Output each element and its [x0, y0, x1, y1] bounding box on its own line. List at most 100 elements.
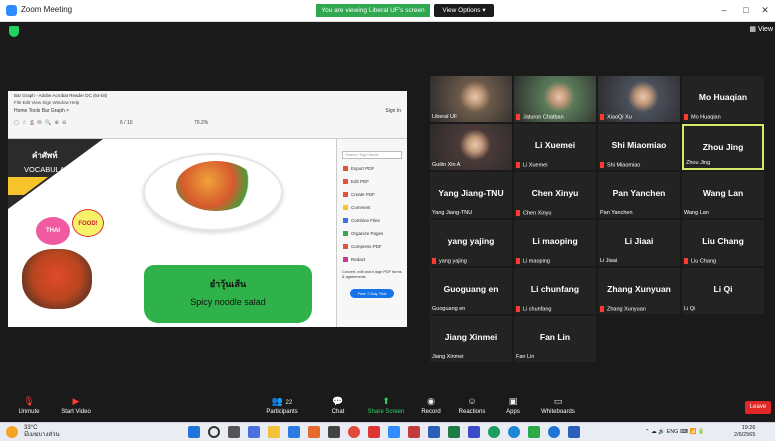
participant-label-text: Jaturon Chatban: [523, 114, 564, 120]
start-video-button[interactable]: ▶ Start Video: [56, 396, 96, 415]
participant-tile[interactable]: Wang Lan Wang Lan: [682, 172, 764, 218]
participant-label-text: Guoguang en: [432, 306, 466, 312]
participant-label-text: Wang Lan: [684, 210, 709, 216]
participant-tile[interactable]: Yang Jiang-TNU Yang Jiang-TNU: [430, 172, 512, 218]
pdf-page-number[interactable]: 6 / 10: [120, 120, 133, 126]
participant-tile[interactable]: Jiang Xinmei Jiang Xinmei: [430, 316, 512, 362]
chat-button[interactable]: 💬 Chat: [326, 396, 350, 415]
participant-tile[interactable]: Li chunfang Li chunfang: [514, 268, 596, 314]
participant-tile[interactable]: Guoguang en Guoguang en: [430, 268, 512, 314]
muted-mic-icon: [600, 305, 604, 312]
teams-icon[interactable]: [248, 426, 260, 438]
participant-label: Fan Lin: [516, 354, 534, 360]
maximize-icon[interactable]: □: [738, 4, 754, 17]
participant-tile[interactable]: Zhou Jing Zhou Jing: [682, 124, 764, 170]
tool-organize-pages[interactable]: Organize Pages: [343, 231, 383, 237]
word-doc-icon[interactable]: [568, 426, 580, 438]
share-screen-button[interactable]: ⬆ Share Screen: [364, 396, 408, 415]
record-button[interactable]: ◉ Record: [418, 396, 444, 415]
participant-tile[interactable]: Fan Lin Fan Lin: [514, 316, 596, 362]
start-icon[interactable]: [188, 426, 200, 438]
tool-combine-files[interactable]: Combine Files: [343, 218, 380, 224]
tool-compress-pdf[interactable]: Compress PDF: [343, 244, 382, 250]
leave-button[interactable]: Leave: [745, 401, 771, 414]
share-screen-icon: ⬆: [382, 396, 390, 406]
shared-screen[interactable]: Bar Graph - Adobe Acrobat Reader DC (64-…: [8, 91, 407, 327]
participant-tile[interactable]: Mo Huaqian Mo Huaqian: [682, 76, 764, 122]
participant-label-text: Shi Miaomiao: [607, 162, 641, 168]
tool-export-pdf[interactable]: Export PDF: [343, 166, 374, 172]
pdf-window-title: Bar Graph - Adobe Acrobat Reader DC (64-…: [14, 93, 108, 98]
participant-tile[interactable]: Guilin Xin A: [430, 124, 512, 170]
dish-english-name: Spicy noodle salad: [190, 297, 266, 307]
tool-create-pdf[interactable]: Create PDF: [343, 192, 375, 198]
whiteboards-button[interactable]: ▭ Whiteboards: [538, 396, 578, 415]
grid-icon: ▦: [749, 26, 758, 33]
apps-icon: ▣: [508, 396, 518, 406]
acrobat-icon[interactable]: [368, 426, 380, 438]
search-icon[interactable]: [208, 426, 220, 438]
pdf-zoom-level[interactable]: 70.2%: [194, 120, 208, 126]
unmute-button[interactable]: 🎙 Unmute: [14, 396, 44, 415]
file-explorer-icon[interactable]: [268, 426, 280, 438]
title-bar: Zoom Meeting You are viewing Liberal UF'…: [0, 0, 775, 22]
muted-mic-icon: 🎙: [23, 396, 35, 406]
participant-name: yang yajing: [447, 236, 495, 246]
pdf-tabs[interactable]: Home Tools Bar Graph ×: [14, 108, 69, 114]
zoom-taskbar-icon[interactable]: [388, 426, 400, 438]
participant-tile[interactable]: Pan Yanchen Pan Yanchen: [598, 172, 680, 218]
tool-redact[interactable]: Redact: [343, 257, 365, 263]
redact-icon: [343, 257, 348, 263]
reactions-button[interactable]: ☺ Reactions: [455, 396, 489, 415]
tool-edit-pdf[interactable]: Edit PDF: [343, 179, 369, 185]
participant-label-text: Chen Xinyu: [523, 210, 552, 216]
weather-widget[interactable]: 33°C มีเมฆบางส่วน: [24, 425, 60, 439]
word-icon[interactable]: [428, 426, 440, 438]
tools-search-input[interactable]: Search 'Sign Mode': [342, 151, 402, 159]
participant-name: Li chunfang: [530, 284, 580, 294]
close-icon[interactable]: ✕: [757, 4, 773, 17]
tool-comment[interactable]: Comment: [343, 205, 371, 211]
participant-tile[interactable]: Li maoping Li maoping: [514, 220, 596, 266]
participant-tile[interactable]: Liu Chang Liu Chang: [682, 220, 764, 266]
participant-tile[interactable]: Jaturon Chatban: [514, 76, 596, 122]
app-icon[interactable]: [328, 426, 340, 438]
participant-tile[interactable]: Shi Miaomiao Shi Miaomiao: [598, 124, 680, 170]
participant-tile[interactable]: Chen Xinyu Chen Xinyu: [514, 172, 596, 218]
powerpoint-icon[interactable]: [408, 426, 420, 438]
pdf-sign-in-link[interactable]: Sign In: [385, 108, 401, 114]
free-trial-button[interactable]: Free 7-Day Trial: [350, 289, 394, 298]
participant-tile[interactable]: yang yajing yang yajing: [430, 220, 512, 266]
participant-label-text: Zhang Xunyuan: [607, 306, 646, 312]
participant-tile[interactable]: XiaoQi Xu: [598, 76, 680, 122]
system-tray[interactable]: ⌃ ☁ 🔊 ENG ⌨ 📶 🔋: [645, 429, 705, 435]
camera-icon[interactable]: [528, 426, 540, 438]
participant-tile[interactable]: Zhang Xunyuan Zhang Xunyuan: [598, 268, 680, 314]
pdf-toolbar-icons[interactable]: ▢ ☆ ⎙ ✉ 🔍 ⊕ ⊖: [14, 120, 67, 126]
view-button[interactable]: ▦ View: [749, 25, 773, 33]
line-icon[interactable]: [488, 426, 500, 438]
chrome-icon[interactable]: [348, 426, 360, 438]
onenote-icon[interactable]: [468, 426, 480, 438]
excel-icon[interactable]: [448, 426, 460, 438]
muted-mic-icon: [516, 257, 520, 264]
browser-icon[interactable]: [548, 426, 560, 438]
edge-icon[interactable]: [508, 426, 520, 438]
participant-tile[interactable]: Li Qi Li Qi: [682, 268, 764, 314]
security-shield-icon[interactable]: [9, 26, 19, 37]
firefox-icon[interactable]: [308, 426, 320, 438]
participant-tile[interactable]: Li Xuemei Li Xuemei: [514, 124, 596, 170]
apps-button[interactable]: ▣ Apps: [502, 396, 524, 415]
minimize-icon[interactable]: –: [716, 4, 732, 17]
store-icon[interactable]: [288, 426, 300, 438]
language-indicator[interactable]: ENG: [667, 429, 679, 435]
view-options-button[interactable]: View Options ▾: [434, 4, 494, 17]
system-clock[interactable]: 19:26 2/6/2565: [734, 425, 755, 439]
pdf-menu-bar[interactable]: File Edit View Sign Window Help: [14, 100, 79, 105]
participant-label: Li Qi: [684, 306, 695, 312]
task-view-icon[interactable]: [228, 426, 240, 438]
participant-tile[interactable]: Liberal UF: [430, 76, 512, 122]
participants-icon: 👥 22: [271, 396, 293, 406]
participants-button[interactable]: 👥 22 Participants: [262, 396, 302, 415]
participant-tile[interactable]: Li Jiaai Li Jiaai: [598, 220, 680, 266]
